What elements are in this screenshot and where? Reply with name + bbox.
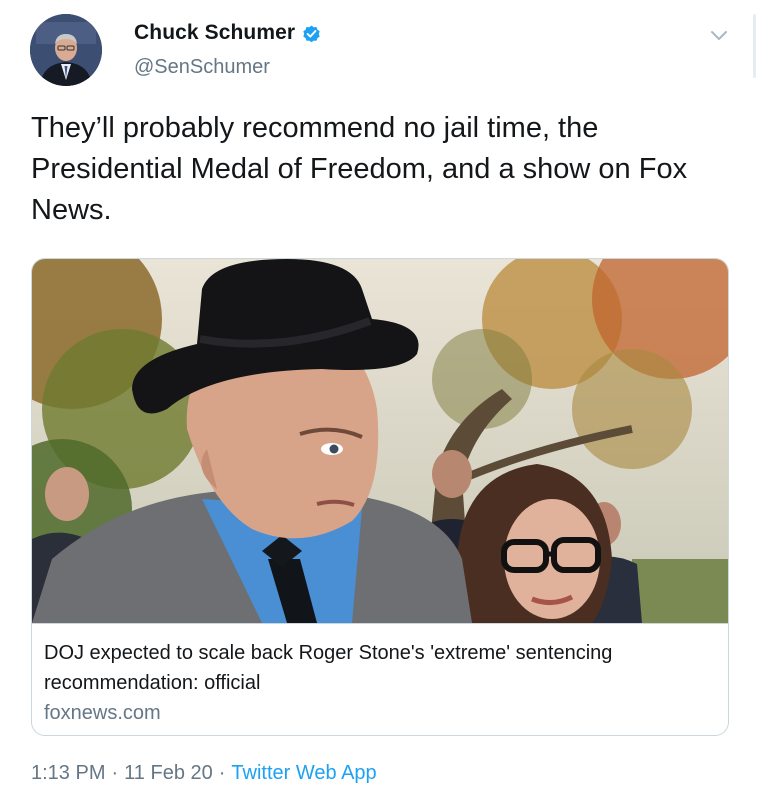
link-card[interactable]: DOJ expected to scale back Roger Stone's… xyxy=(31,258,729,736)
news-photo xyxy=(32,259,728,623)
card-image xyxy=(32,259,728,623)
avatar[interactable] xyxy=(30,14,102,86)
tweet-text: They’ll probably recommend no jail time,… xyxy=(31,112,688,226)
verified-badge-icon xyxy=(301,23,322,44)
tweet-source-link[interactable]: Twitter Web App xyxy=(231,762,376,785)
chevron-down-icon[interactable] xyxy=(710,30,728,42)
divider xyxy=(753,14,756,78)
avatar-photo xyxy=(30,14,102,86)
meta-separator: · xyxy=(218,762,226,784)
meta-separator: · xyxy=(111,762,119,784)
author-display-name[interactable]: Chuck Schumer xyxy=(134,21,295,45)
tweet-meta: 1:13 PM · 11 Feb 20 · Twitter Web App xyxy=(31,762,377,785)
card-domain: foxnews.com xyxy=(44,702,161,724)
tweet-date[interactable]: 11 Feb 20 xyxy=(124,762,213,785)
card-title[interactable]: DOJ expected to scale back Roger Stone's… xyxy=(44,638,704,698)
author-handle[interactable]: @SenSchumer xyxy=(134,56,270,79)
tweet-time[interactable]: 1:13 PM xyxy=(31,762,105,785)
